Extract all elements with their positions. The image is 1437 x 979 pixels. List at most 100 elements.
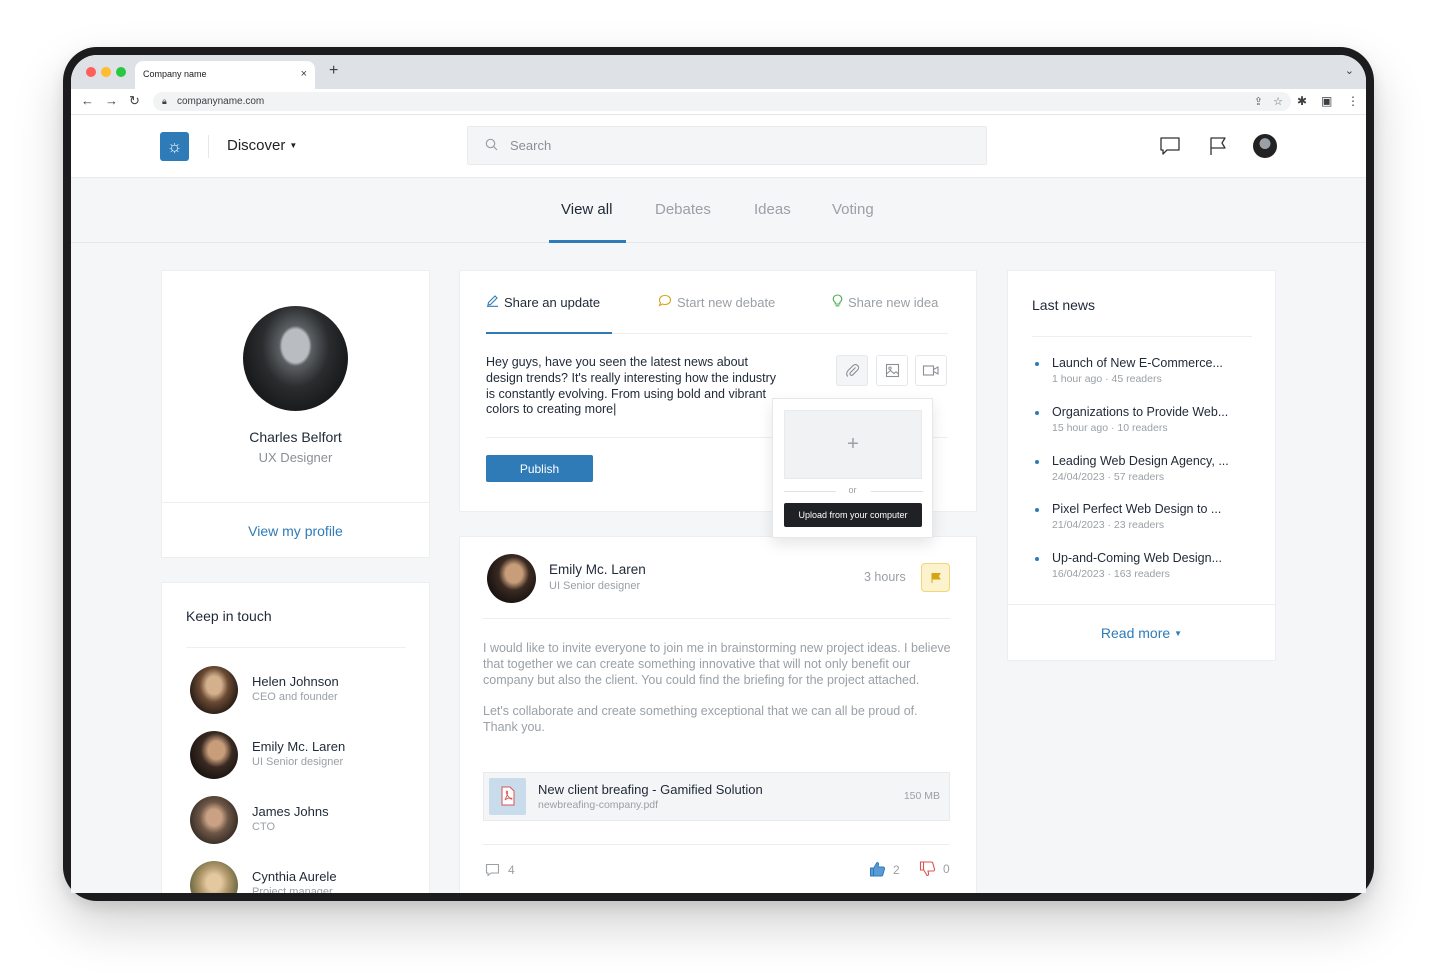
header-divider	[208, 135, 209, 158]
new-tab-button[interactable]: +	[329, 62, 338, 80]
contact-item[interactable]: Cynthia Aurele Project manager	[190, 861, 410, 893]
comment-count: 4	[508, 863, 515, 877]
contact-item[interactable]: Helen Johnson CEO and founder	[190, 666, 410, 716]
post-author-role: UI Senior designer	[549, 580, 641, 592]
tab-title: Company name	[143, 69, 207, 79]
lock-icon: 🔒︎	[162, 96, 167, 106]
dislike-button[interactable]: 0	[919, 861, 950, 877]
tab-voting[interactable]: Voting	[832, 201, 874, 218]
contact-item[interactable]: James Johns CTO	[190, 796, 410, 846]
profile-role: UX Designer	[258, 450, 333, 465]
tab-share-update[interactable]: Share an update	[486, 294, 600, 310]
divider	[1032, 336, 1252, 337]
contact-item[interactable]: Emily Mc. Laren UI Senior designer	[190, 731, 410, 781]
bullet-icon	[1035, 508, 1039, 512]
paperclip-icon[interactable]	[836, 355, 868, 386]
news-item[interactable]: Launch of New E-Commerce... 1 hour ago ·…	[1032, 356, 1262, 396]
search-input[interactable]	[510, 138, 950, 153]
tab-ideas[interactable]: Ideas	[754, 201, 791, 218]
back-icon[interactable]: ←	[81, 93, 94, 108]
bullet-icon	[1035, 557, 1039, 561]
close-window-dot[interactable]	[86, 67, 96, 77]
comment-icon	[485, 863, 500, 877]
sun-logo-icon[interactable]: ☼	[160, 132, 189, 161]
chevron-down-icon: ▼	[1174, 629, 1183, 638]
avatar[interactable]	[487, 554, 536, 603]
url-field[interactable]: 🔒︎ companyname.com ⇪ ☆	[153, 92, 1291, 111]
news-meta: 15 hour ago · 10 readers	[1052, 422, 1168, 434]
avatar	[190, 861, 238, 893]
news-item[interactable]: Pixel Perfect Web Design to ... 21/04/20…	[1032, 502, 1262, 542]
like-button[interactable]: 2	[869, 861, 900, 877]
post-paragraph: I would like to invite everyone to join …	[483, 641, 951, 687]
divider	[1008, 604, 1275, 605]
minimize-window-dot[interactable]	[101, 67, 111, 77]
bullet-icon	[1035, 362, 1039, 366]
attachment-filename: newbreafing-company.pdf	[538, 799, 659, 811]
chat-icon[interactable]	[1159, 135, 1181, 157]
video-icon[interactable]	[915, 355, 947, 386]
publish-button[interactable]: Publish	[486, 455, 593, 482]
news-item[interactable]: Organizations to Provide Web... 15 hour …	[1032, 405, 1262, 445]
url-text: companyname.com	[177, 96, 265, 107]
contact-role: Project manager	[252, 886, 333, 893]
attachment[interactable]: New client breafing - Gamified Solution …	[483, 772, 950, 821]
bullet-icon	[1035, 460, 1039, 464]
tab-view-all[interactable]: View all	[561, 201, 612, 218]
tab-label: Start new debate	[677, 295, 776, 310]
tab-start-debate[interactable]: Start new debate	[658, 294, 775, 310]
forward-icon[interactable]: →	[105, 93, 118, 108]
share-icon[interactable]: ⇪	[1254, 95, 1263, 108]
more-icon[interactable]: ⋮	[1347, 94, 1359, 108]
user-avatar[interactable]	[1253, 134, 1277, 158]
pencil-icon	[486, 295, 499, 310]
profile-card: Charles Belfort UX Designer View my prof…	[161, 270, 430, 558]
browser-tab[interactable]: Company name ×	[135, 61, 315, 89]
read-more-link[interactable]: Read more ▼	[1008, 625, 1275, 641]
divider	[162, 502, 429, 503]
profile-name: Charles Belfort	[249, 429, 342, 445]
news-headline: Pixel Perfect Web Design to ...	[1052, 502, 1222, 516]
discover-menu[interactable]: Discover ▼	[227, 137, 297, 154]
news-item[interactable]: Up-and-Coming Web Design... 16/04/2023 ·…	[1032, 551, 1262, 591]
attachment-title: New client breafing - Gamified Solution	[538, 782, 763, 797]
news-title: Last news	[1032, 297, 1096, 313]
comments-button[interactable]: 4	[485, 863, 515, 877]
divider	[186, 647, 406, 648]
keep-in-touch-title: Keep in touch	[186, 608, 272, 624]
flag-icon[interactable]	[921, 563, 950, 592]
update-textarea[interactable]: Hey guys, have you seen the latest news …	[486, 355, 778, 418]
tab-close-icon[interactable]: ×	[301, 68, 307, 80]
news-item[interactable]: Leading Web Design Agency, ... 24/04/202…	[1032, 454, 1262, 494]
image-icon[interactable]	[876, 355, 908, 386]
flag-icon[interactable]	[1207, 135, 1229, 157]
sidebar-icon[interactable]: ▣	[1321, 94, 1332, 108]
active-tab-indicator	[549, 240, 626, 243]
post-time: 3 hours	[864, 570, 906, 584]
contact-role: UI Senior designer	[252, 756, 344, 768]
or-label: or	[848, 485, 857, 495]
bulb-icon	[832, 294, 843, 310]
drop-zone[interactable]: +	[784, 410, 922, 479]
thumbs-up-icon	[869, 861, 886, 877]
upload-from-computer-button[interactable]: Upload from your computer	[784, 503, 922, 527]
reload-icon[interactable]: ↻	[129, 93, 140, 109]
filter-tabs: View all Debates Ideas Voting	[71, 179, 1366, 243]
star-icon[interactable]: ☆	[1273, 95, 1283, 108]
post-card: Emily Mc. Laren UI Senior designer 3 hou…	[459, 536, 977, 893]
maximize-window-dot[interactable]	[116, 67, 126, 77]
search-bar	[467, 126, 987, 165]
app-header: ☼ Discover ▼	[71, 115, 1366, 178]
puzzle-icon[interactable]: ✱	[1297, 94, 1307, 108]
tab-list-icon[interactable]: ⌄	[1345, 64, 1354, 77]
bullet-icon	[1035, 411, 1039, 415]
keep-in-touch-card: Keep in touch Helen Johnson CEO and foun…	[161, 582, 430, 893]
contact-role: CEO and founder	[252, 691, 338, 703]
tab-debates[interactable]: Debates	[655, 201, 711, 218]
active-tab-indicator	[486, 332, 612, 334]
view-profile-link[interactable]: View my profile	[162, 523, 429, 539]
post-author[interactable]: Emily Mc. Laren	[549, 562, 646, 577]
tab-label: Share new idea	[848, 295, 939, 310]
search-icon	[485, 138, 498, 154]
tab-share-idea[interactable]: Share new idea	[832, 294, 938, 310]
